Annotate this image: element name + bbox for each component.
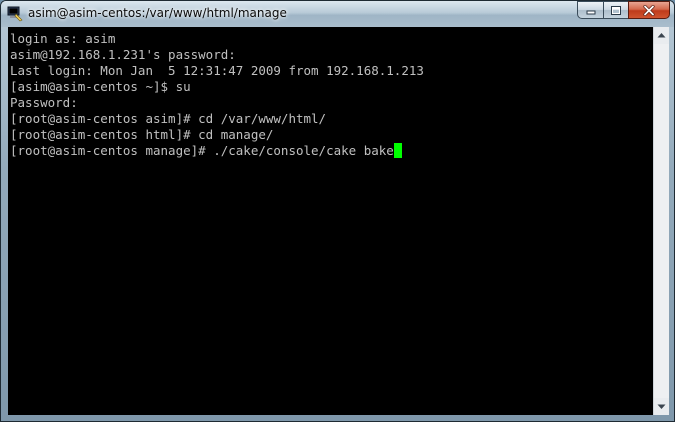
terminal-output: login as: asim asim@192.168.1.231's pass… bbox=[10, 31, 424, 159]
maximize-icon bbox=[611, 5, 621, 15]
terminal-line: asim@192.168.1.231's password: bbox=[10, 47, 236, 62]
terminal-window: asim@asim-centos:/var/www/html/manage lo… bbox=[0, 0, 675, 422]
close-icon bbox=[643, 4, 655, 16]
minimize-icon bbox=[586, 10, 595, 15]
terminal-line: Last login: Mon Jan 5 12:31:47 2009 from… bbox=[10, 63, 424, 78]
scroll-down-button[interactable] bbox=[654, 399, 669, 415]
minimize-button[interactable] bbox=[577, 1, 604, 19]
terminal-line: [root@asim-centos html]# cd manage/ bbox=[10, 127, 274, 142]
vertical-scrollbar[interactable] bbox=[653, 27, 669, 415]
arrow-up-icon bbox=[657, 33, 666, 38]
scrollbar-track[interactable] bbox=[654, 44, 669, 398]
title-bar[interactable]: asim@asim-centos:/var/www/html/manage bbox=[1, 1, 674, 27]
terminal-line: login as: asim bbox=[10, 31, 116, 46]
text-cursor bbox=[393, 143, 402, 158]
terminal-line: [asim@asim-centos ~]$ su bbox=[10, 79, 191, 94]
arrow-down-icon bbox=[657, 404, 666, 409]
scroll-up-button[interactable] bbox=[654, 27, 669, 43]
terminal-line: Password: bbox=[10, 95, 78, 110]
putty-icon[interactable] bbox=[7, 6, 23, 22]
maximize-button[interactable] bbox=[603, 1, 629, 19]
terminal-input-line[interactable]: [root@asim-centos manage]# ./cake/consol… bbox=[10, 143, 424, 159]
close-button[interactable] bbox=[628, 1, 670, 19]
window-title: asim@asim-centos:/var/www/html/manage bbox=[28, 6, 287, 20]
terminal-current-command: [root@asim-centos manage]# ./cake/consol… bbox=[10, 143, 394, 158]
terminal-screen[interactable]: login as: asim asim@192.168.1.231's pass… bbox=[8, 27, 653, 415]
terminal-line: [root@asim-centos asim]# cd /var/www/htm… bbox=[10, 111, 327, 126]
